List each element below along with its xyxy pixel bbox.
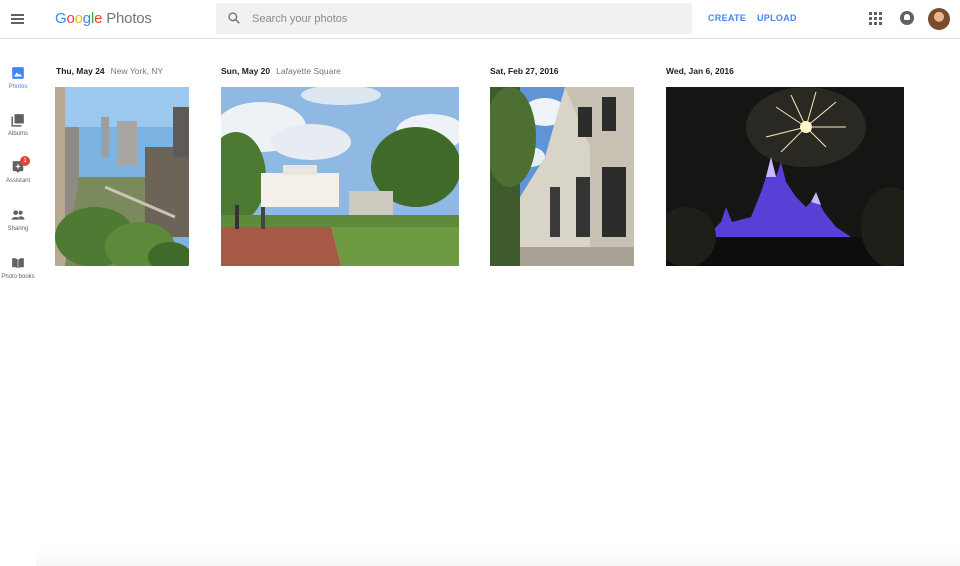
date-group-header: Wed, Jan 6, 2016: [666, 66, 734, 76]
sidebar-item-label: Sharing: [7, 226, 29, 232]
notifications-bell-icon[interactable]: [900, 11, 914, 25]
group-date: Thu, May 24: [56, 66, 105, 76]
search-input[interactable]: [252, 3, 672, 34]
book-icon: [12, 258, 24, 269]
sidebar-item-albums[interactable]: Albums: [0, 113, 36, 137]
logo-letter: o: [66, 10, 75, 27]
photo-image: [666, 87, 904, 266]
date-group-header: Sun, May 20 Lafayette Square: [221, 66, 341, 76]
menu-icon-line: [11, 22, 24, 24]
sidebar-item-label: Albums: [7, 131, 28, 137]
sidebar-item-photos[interactable]: Photos: [0, 66, 36, 90]
logo-letter: G: [55, 10, 67, 27]
date-group-header: Sat, Feb 27, 2016: [490, 66, 559, 76]
bottom-shadow: [36, 548, 960, 566]
photo-image: [490, 87, 634, 266]
group-date: Sun, May 20: [221, 66, 271, 76]
photo-image: [55, 87, 189, 266]
upload-button[interactable]: UPLOAD: [757, 13, 797, 23]
photo-image: [221, 87, 459, 266]
sidebar-item-assistant[interactable]: 1 Assistant: [0, 156, 36, 184]
sidebar-item-label: Photos: [8, 84, 28, 90]
apps-grid-button[interactable]: [869, 12, 882, 25]
logo-product-name: Photos: [106, 10, 152, 27]
people-icon: [11, 210, 25, 220]
date-group-header: Thu, May 24 New York, NY: [56, 66, 163, 76]
search-icon: [228, 12, 240, 24]
group-date: Sat, Feb 27, 2016: [490, 66, 559, 76]
menu-icon: [11, 14, 24, 16]
logo-letter: e: [94, 10, 103, 27]
logo-letter: g: [82, 10, 91, 27]
group-date: Wed, Jan 6, 2016: [666, 66, 734, 76]
photo-thumbnail-city-view[interactable]: [55, 87, 189, 266]
albums-icon: [11, 114, 24, 127]
sidebar-item-photo-books[interactable]: Photo books: [0, 256, 36, 280]
logo-letter: o: [74, 10, 83, 27]
group-location-link[interactable]: New York, NY: [111, 66, 163, 76]
photo-thumbnail-victorian-houses[interactable]: [490, 87, 634, 266]
menu-icon-line: [11, 18, 24, 20]
photo-thumbnail-white-house[interactable]: [221, 87, 459, 266]
account-avatar[interactable]: [928, 8, 950, 30]
group-location-link[interactable]: Lafayette Square: [276, 66, 341, 76]
create-button[interactable]: CREATE: [708, 13, 746, 23]
sidebar-item-label: Assistant: [5, 178, 31, 184]
main-menu-button[interactable]: [8, 8, 30, 30]
search-bar[interactable]: [216, 3, 692, 34]
google-photos-logo[interactable]: Google Photos: [55, 10, 152, 27]
photo-thumbnail-fireworks-castle[interactable]: [666, 87, 904, 266]
assistant-badge: 1: [20, 156, 30, 166]
sidebar-item-label: Photo books: [1, 274, 35, 280]
sidebar-item-sharing[interactable]: Sharing: [0, 208, 36, 232]
photo-icon: [12, 67, 24, 79]
top-app-bar: GooglePhotos CREATE UPLOAD: [0, 0, 960, 39]
